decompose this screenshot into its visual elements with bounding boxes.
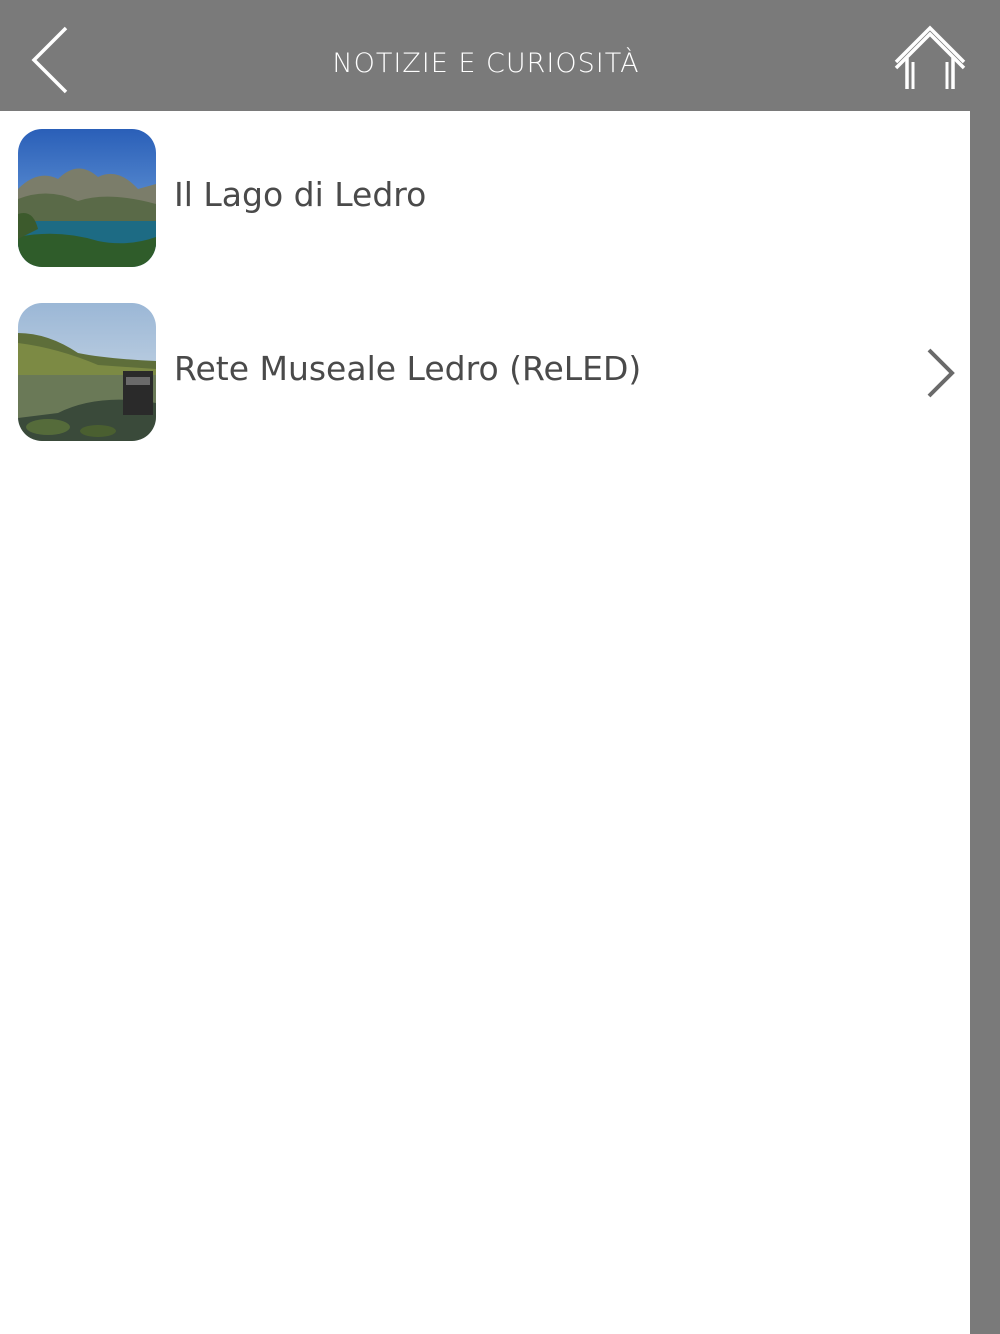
news-list: Il Lago di Ledro Rete Museale Ledro (ReL… — [0, 111, 970, 459]
page-title: NOTIZIE E CURIOSITÀ — [332, 48, 640, 79]
list-item-label: Rete Museale Ledro (ReLED) — [174, 349, 642, 388]
list-item[interactable]: Il Lago di Ledro — [0, 111, 970, 285]
scrollbar-track — [970, 111, 1000, 1334]
home-icon — [894, 25, 966, 89]
home-button[interactable] — [890, 22, 972, 94]
list-item[interactable]: Rete Museale Ledro (ReLED) — [0, 285, 970, 459]
lake-reflection-image — [18, 303, 156, 441]
list-item-label: Il Lago di Ledro — [174, 175, 427, 214]
chevron-right-icon[interactable] — [920, 347, 960, 399]
app-screen: NOTIZIE E CURIOSITÀ Il Lago di Ledro Ret… — [0, 0, 1000, 1334]
lake-landscape-image — [18, 129, 156, 267]
header-bar: NOTIZIE E CURIOSITÀ — [0, 0, 1000, 111]
